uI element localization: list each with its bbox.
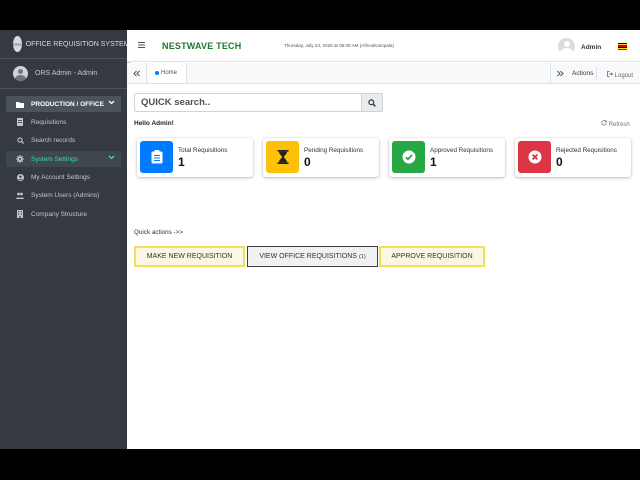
building-icon [16,210,24,219]
user-panel[interactable]: ORS Admin - Admin [0,59,127,89]
company-name: NESTWAVE TECH [162,41,242,51]
sidebar-item-search-records[interactable]: Search records [6,133,121,149]
button-label: VIEW OFFICE REQUISITIONS [259,253,357,260]
user-icon [16,174,24,182]
chevron-down-icon [108,154,115,163]
main-content: QUICK search.. Hello Admin! Refresh Tota… [127,84,640,449]
sidebar-item-requisitions[interactable]: Requisitions [6,114,121,130]
sidebar-item-label: Requisitions [31,118,67,126]
sidebar-item-label: My Account Settings [31,174,90,182]
stat-label: Rejected Requisitions [556,147,617,154]
active-dot-icon [155,71,159,75]
search-button[interactable] [362,93,383,112]
brand-logo: ORS [13,36,22,52]
document-icon [16,118,24,127]
uganda-flag-icon[interactable] [618,43,627,51]
requisition-count: (1) [358,253,366,260]
search-icon [368,98,376,107]
greeting: Hello Admin! [134,120,174,127]
actions-dropdown[interactable]: Actions [572,67,598,80]
stat-label: Approved Requisitions [430,147,494,154]
stat-icon-box [266,141,299,173]
clipboard-icon [151,150,162,164]
stat-icon-box [518,141,551,173]
button-label: APPROVE REQUISITION [391,253,473,260]
brand-text: OFFICE REQUISITION SYSTEM [25,40,130,48]
sidebar-item-system-users[interactable]: System Users (Admins) [6,188,121,204]
users-icon [16,192,24,200]
logout-button[interactable]: Logout [607,71,633,79]
tab-home[interactable]: Home [149,63,187,83]
stat-card-total[interactable]: Total Requisitions 1 [137,138,253,177]
sidebar-item-label: System Users (Admins) [31,192,100,200]
sidebar-item-production-office[interactable]: PRODUCTION / OFFICE [6,96,121,112]
user-avatar-icon[interactable] [558,38,575,55]
stat-value: 0 [556,155,563,169]
flag-stripe [618,48,627,51]
sidebar: ORS OFFICE REQUISITION SYSTEM ORS Admin … [0,30,130,449]
app-window: ORS OFFICE REQUISITION SYSTEM ORS Admin … [0,30,640,449]
search-icon [16,137,24,145]
stat-value: 1 [430,155,437,169]
x-circle-icon [528,150,541,164]
tab-bar: Home Actions Logout [127,63,640,84]
sidebar-item-my-account-settings[interactable]: My Account Settings [6,170,121,186]
sidebar-item-label: Search records [31,137,76,145]
stat-card-approved[interactable]: Approved Requisitions 1 [389,138,505,177]
quick-search-input[interactable]: QUICK search.. [134,93,362,112]
sidebar-nav: PRODUCTION / OFFICE Requisitions Search … [0,89,127,222]
chevron-down-icon [108,99,115,108]
stat-value: 1 [178,155,185,169]
stat-icon-box [392,141,425,173]
hourglass-icon [277,150,288,164]
user-name: ORS Admin - Admin [35,70,98,77]
double-chevron-left-icon [133,70,140,76]
stat-card-pending[interactable]: Pending Requisitions 0 [263,138,379,177]
logout-icon [607,71,614,77]
gear-icon [16,155,24,164]
stat-card-rejected[interactable]: Rejected Requisitions 0 [515,138,631,177]
refresh-link[interactable]: Refresh [601,120,630,128]
user-menu-label[interactable]: Admin [581,44,601,51]
hamburger-menu-icon[interactable] [138,40,145,50]
quick-actions-label: Quick actions ->> [134,229,183,236]
stat-label: Pending Requisitions [304,147,364,154]
double-chevron-right-icon [557,70,564,76]
make-new-requisition-button[interactable]: MAKE NEW REQUISITION [134,246,245,267]
folder-icon [16,101,24,108]
sidebar-item-system-settings[interactable]: System Settings [6,151,121,168]
datetime-display: Thursday, July 23, 2026 at 06:09 AM (Afr… [284,43,394,48]
view-office-requisitions-button[interactable]: VIEW OFFICE REQUISITIONS (1) [247,246,378,267]
refresh-label: Refresh [608,122,630,128]
sidebar-item-company-structure[interactable]: Company Structure [6,206,121,222]
logout-label: Logout [614,73,634,79]
tab-scroll-left-button[interactable] [127,63,147,83]
sidebar-item-label: PRODUCTION / OFFICE [31,100,104,108]
stat-label: Total Requisitions [178,147,228,154]
button-label: MAKE NEW REQUISITION [146,253,233,260]
check-circle-icon [402,150,415,164]
stat-icon-box [140,141,173,173]
approve-requisition-button[interactable]: APPROVE REQUISITION [379,246,485,267]
quick-search: QUICK search.. [134,93,383,112]
tab-label: Home [161,70,178,76]
user-avatar-icon [13,66,28,81]
brand-link[interactable]: ORS OFFICE REQUISITION SYSTEM [0,30,130,59]
top-navbar: NESTWAVE TECH Thursday, July 23, 2026 at… [127,30,640,62]
sidebar-item-label: System Settings [31,155,78,163]
tab-scroll-right-button[interactable] [550,63,570,83]
sidebar-item-label: Company Structure [31,210,87,218]
refresh-icon [601,120,607,126]
stat-value: 0 [304,155,311,169]
